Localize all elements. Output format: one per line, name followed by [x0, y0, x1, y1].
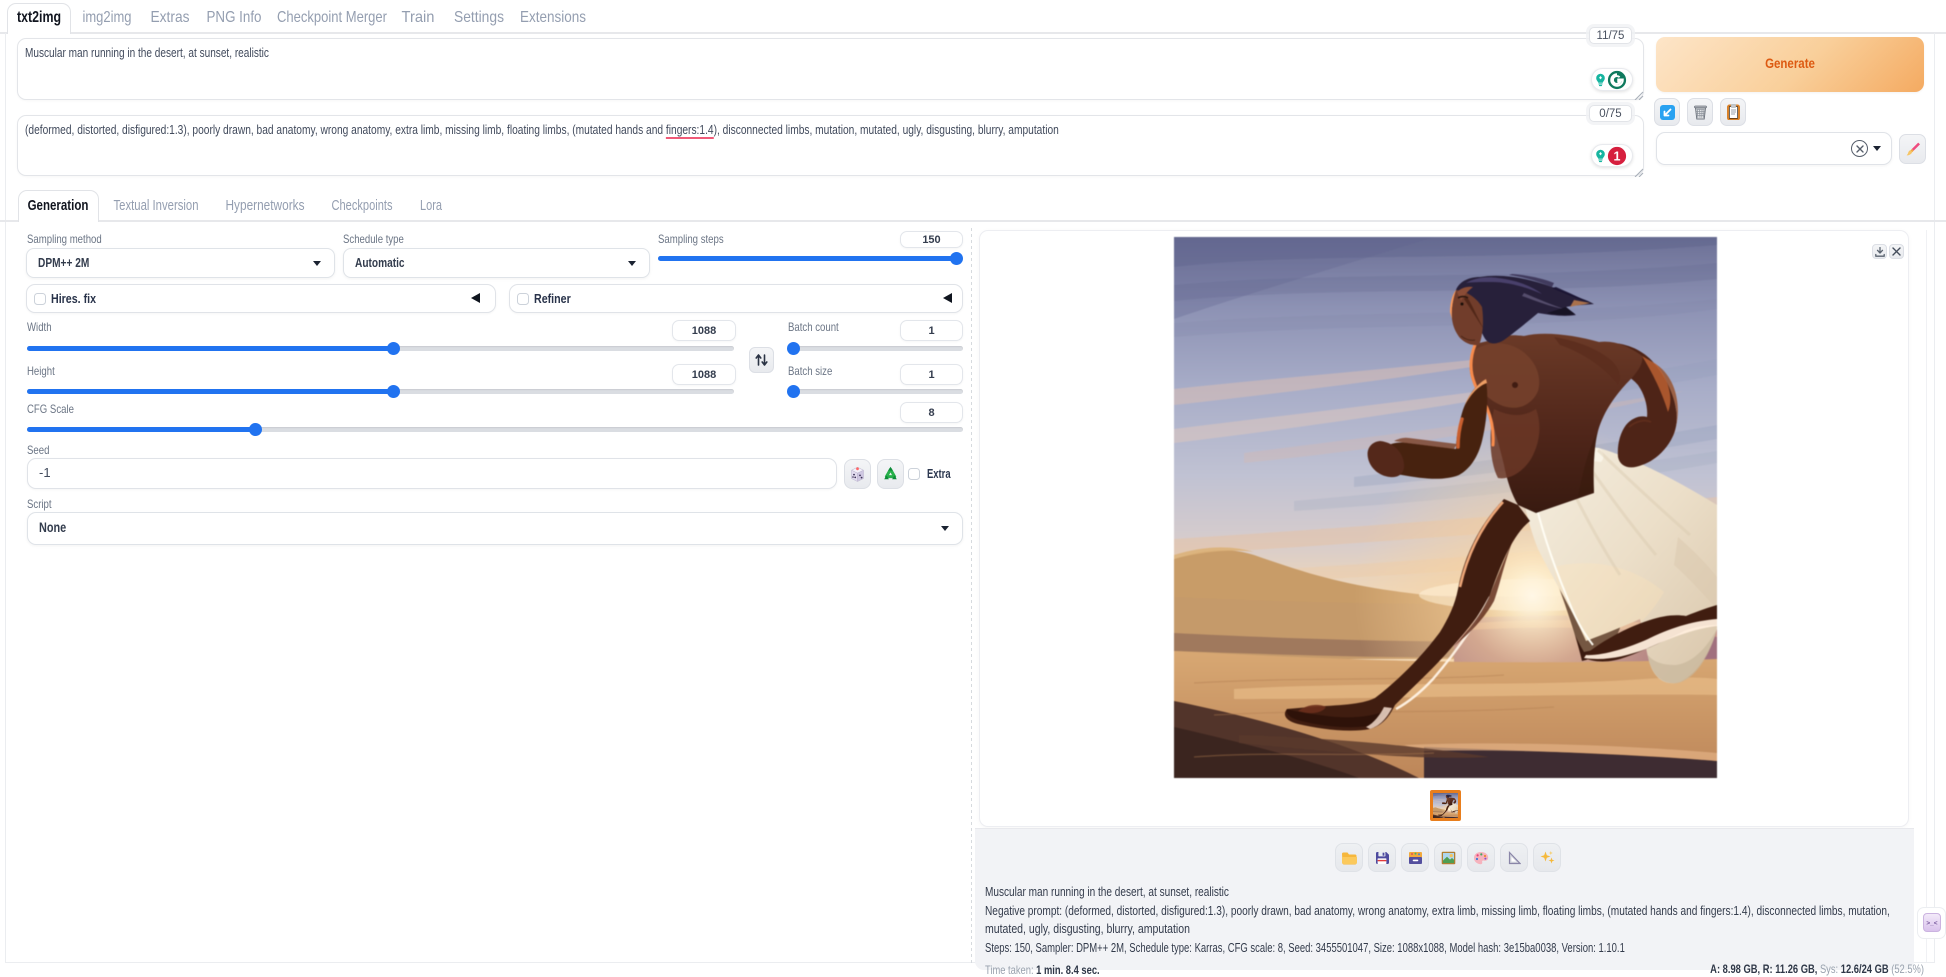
svg-text:1: 1	[1614, 149, 1621, 163]
